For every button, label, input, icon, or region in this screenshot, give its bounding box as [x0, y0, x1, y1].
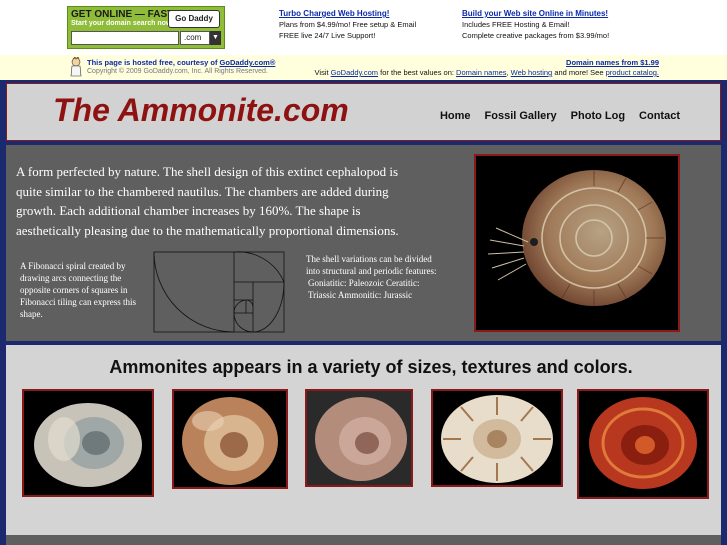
- ammonite-photo-icon: [589, 397, 697, 489]
- promo-website-builder-line: Complete creative packages from $3.99/mo…: [462, 31, 610, 40]
- tld-select[interactable]: .com: [180, 31, 210, 45]
- intro-paragraph: A form perfected by nature. The shell de…: [16, 164, 399, 238]
- gallery-heading: Ammonites appears in a variety of sizes,…: [109, 357, 633, 377]
- ammonite-photo-icon: [34, 403, 142, 487]
- domain-names-link[interactable]: Domain names: [456, 68, 506, 77]
- site-header: The Ammonite.com Home Fossil Gallery Pho…: [6, 83, 721, 141]
- promo-website-builder-line: Includes FREE Hosting & Email!: [462, 20, 570, 29]
- nav-photo-log[interactable]: Photo Log: [571, 110, 625, 122]
- shell-variations: The shell variations can be divided into…: [306, 253, 446, 301]
- godaddy-link[interactable]: GoDaddy.com®: [220, 58, 276, 67]
- ammonite-shell-icon: [487, 170, 666, 306]
- visit-suffix: and more! See: [554, 68, 604, 77]
- gallery-thumb-pink[interactable]: [305, 389, 413, 487]
- copyright-text: Copyright © 2009 GoDaddy.com, Inc. All R…: [87, 68, 268, 75]
- visit-middle: for the best values on:: [380, 68, 454, 77]
- product-catalog-link[interactable]: product catalog.: [606, 68, 659, 77]
- footer-strip: [6, 535, 721, 545]
- ad-subline: Start your domain search now: [71, 20, 172, 27]
- shell-variations-text: The shell variations can be divided into…: [306, 254, 437, 276]
- ammonite-illustration-image: [474, 154, 680, 332]
- nav-home[interactable]: Home: [440, 110, 471, 122]
- promo-website-builder-link[interactable]: Build your Web site Online in Minutes!: [462, 8, 609, 19]
- shell-variation-type: Triassic Ammonitic: Jurassic: [308, 290, 413, 300]
- fibonacci-spiral-diagram: [153, 251, 285, 333]
- chevron-down-icon[interactable]: ▼: [210, 31, 221, 45]
- fibonacci-caption: A Fibonacci spiral created by drawing ar…: [20, 261, 136, 319]
- web-hosting-link[interactable]: Web hosting: [511, 68, 553, 77]
- ammonite-photo-icon: [182, 397, 278, 485]
- nav-contact[interactable]: Contact: [639, 110, 680, 122]
- shell-variation-type: Goniatitic: Paleozoic Ceratitic:: [308, 278, 420, 288]
- ammonite-photo-icon: [315, 397, 407, 481]
- hosted-notice: This page is hosted free, courtesy of Go…: [87, 58, 275, 67]
- intro-section: A form perfected by nature. The shell de…: [6, 145, 721, 341]
- godaddy-mascot-icon: [70, 57, 82, 77]
- gallery-section: Ammonites appears in a variety of sizes,…: [6, 345, 721, 535]
- visit-godaddy-link[interactable]: GoDaddy.com: [331, 68, 378, 77]
- ad-headline: GET ONLINE — FAST!: [71, 9, 177, 20]
- domain-price-link[interactable]: Domain names from $1.99: [566, 58, 659, 67]
- gallery-thumb-ribbed[interactable]: [431, 389, 563, 487]
- site-title[interactable]: The Ammonite.com: [53, 92, 349, 129]
- promo-website-builder: Build your Web site Online in Minutes! I…: [462, 8, 609, 41]
- promo-hosting-line: FREE live 24/7 Live Support!: [279, 31, 376, 40]
- godaddy-ad-banner: GET ONLINE — FAST! Start your domain sea…: [0, 0, 727, 55]
- gallery-thumb-red-cut[interactable]: [577, 389, 709, 499]
- promo-hosting-link[interactable]: Turbo Charged Web Hosting!: [279, 8, 416, 19]
- domain-search-ad[interactable]: GET ONLINE — FAST! Start your domain sea…: [67, 6, 225, 49]
- hosted-by-strip: This page is hosted free, courtesy of Go…: [0, 55, 727, 80]
- visit-prefix: Visit: [314, 68, 329, 77]
- promo-hosting-line: Plans from $4.99/mo! Free setup & Email: [279, 20, 417, 29]
- visit-godaddy-line: Visit GoDaddy.com for the best values on…: [314, 68, 659, 77]
- ammonite-photo-icon: [441, 395, 553, 483]
- godaddy-logo-icon[interactable]: Go Daddy: [168, 10, 220, 28]
- promo-hosting: Turbo Charged Web Hosting! Plans from $4…: [279, 8, 416, 41]
- gallery-thumb-iridescent[interactable]: [22, 389, 154, 497]
- nav-fossil-gallery[interactable]: Fossil Gallery: [485, 110, 557, 122]
- main-nav: Home Fossil Gallery Photo Log Contact: [440, 110, 680, 122]
- domain-search-input[interactable]: [71, 31, 179, 45]
- hosted-prefix: This page is hosted free, courtesy of: [87, 58, 218, 67]
- gallery-thumb-opal[interactable]: [172, 389, 288, 489]
